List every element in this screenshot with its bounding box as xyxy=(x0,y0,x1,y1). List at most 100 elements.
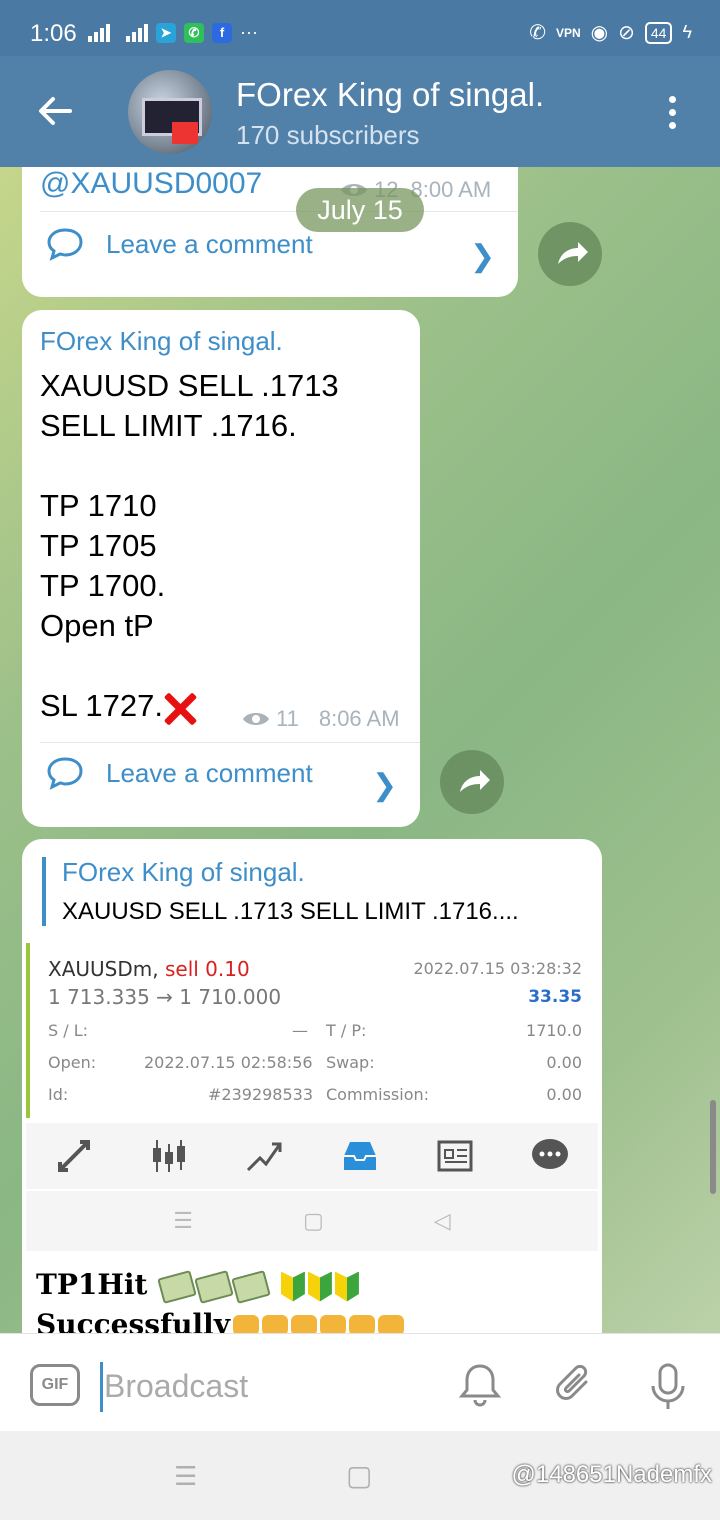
trading-app-toolbar xyxy=(26,1123,598,1189)
text-cursor xyxy=(100,1362,103,1412)
caption-line: Successfully xyxy=(36,1308,230,1333)
leave-comment-button[interactable]: Leave a comment xyxy=(46,227,313,261)
status-right-icons: ✆ VPN ◉ ⊘ 44 ϟ xyxy=(529,20,692,45)
trade-profit: 33.35 xyxy=(528,987,582,1007)
home-icon[interactable]: ▢ xyxy=(346,1459,372,1492)
scrollbar[interactable] xyxy=(710,1100,716,1194)
battery-icon: 44 xyxy=(644,21,673,44)
voice-record-button[interactable] xyxy=(648,1362,688,1417)
reply-sender: FOrex King of singal. xyxy=(62,857,305,887)
chevron-right-icon: ❯ xyxy=(470,240,496,273)
screenshot-image[interactable]: XAUUSDm, sell 0.10 2022.07.15 03:28:32 1… xyxy=(26,943,602,1253)
telegram-icon: ➤ xyxy=(156,22,176,43)
message-time: 8:00 AM xyxy=(410,177,492,202)
line: TP 1710 xyxy=(40,488,157,523)
trade-arrows-icon xyxy=(54,1136,94,1176)
chat-area[interactable]: @XAUUSD0007 12 8:00 AM Leave a comment ❯… xyxy=(0,167,720,1333)
message-bubble[interactable]: FOrex King of singal. XAUUSD SELL .1713 … xyxy=(22,839,602,1333)
commission-value: 0.00 xyxy=(546,1085,582,1104)
bell-icon xyxy=(458,1364,502,1407)
message-input-bar: GIF Broadcast xyxy=(0,1333,720,1432)
charging-icon: ϟ xyxy=(682,22,692,42)
status-bar: 1:06 ➤ ✆ f ··· ✆ VPN ◉ ⊘ 44 ϟ xyxy=(0,0,720,56)
menu-icon: ☰ xyxy=(173,1208,193,1233)
broadcast-input[interactable]: Broadcast xyxy=(104,1368,248,1405)
home-square-icon: ▢ xyxy=(303,1208,324,1233)
silent-icon: ⊘ xyxy=(618,22,635,44)
share-button[interactable] xyxy=(440,750,504,814)
watermark: @148651Nademfx xyxy=(511,1461,712,1488)
notification-bell-button[interactable] xyxy=(458,1362,502,1413)
channel-avatar[interactable] xyxy=(128,70,212,154)
line: XAUUSD SELL .1713 xyxy=(40,368,339,403)
sender-name[interactable]: FOrex King of singal. xyxy=(40,326,283,357)
leave-comment-button[interactable]: Leave a comment xyxy=(46,756,313,790)
view-count: 11 xyxy=(276,706,299,731)
message-bubble[interactable]: FOrex King of singal. XAUUSD SELL .1713 … xyxy=(22,310,420,827)
sl-value: — xyxy=(292,1021,308,1040)
divider xyxy=(40,211,518,212)
candlestick-icon xyxy=(149,1136,189,1176)
status-time: 1:06 xyxy=(30,20,77,47)
views-icon xyxy=(243,713,269,725)
message-text: XAUUSD SELL .1713 SELL LIMIT .1716. TP 1… xyxy=(40,366,339,726)
rock-hand-icon xyxy=(290,1314,317,1333)
money-icon xyxy=(231,1269,271,1304)
back-button[interactable] xyxy=(38,96,72,131)
comment-icon xyxy=(47,228,83,261)
sl-label: S / L: xyxy=(48,1021,89,1040)
whatsapp-icon: ✆ xyxy=(184,22,204,43)
money-icon xyxy=(194,1269,234,1304)
line: SL 1727. xyxy=(40,688,163,723)
trade-symbol: XAUUSDm, sell 0.10 xyxy=(48,957,250,981)
leave-comment-label: Leave a comment xyxy=(106,757,313,788)
swap-value: 0.00 xyxy=(546,1053,582,1072)
reply-quote[interactable]: FOrex King of singal. XAUUSD SELL .1713 … xyxy=(42,857,602,926)
divider xyxy=(40,742,420,743)
channel-title[interactable]: FOrex King of singal. xyxy=(236,76,544,114)
system-nav-bar: ☰ ▢ @148651Nademfx xyxy=(0,1431,720,1520)
open-label: Open: xyxy=(48,1053,97,1072)
chat-bubble-icon xyxy=(530,1136,570,1176)
inbox-icon xyxy=(340,1136,380,1176)
open-value: 2022.07.15 02:58:56 xyxy=(144,1053,313,1072)
id-label: Id: xyxy=(48,1085,69,1104)
cross-mark-icon xyxy=(163,691,197,725)
microphone-icon xyxy=(651,1363,685,1409)
more-notifications-icon: ··· xyxy=(240,22,258,42)
more-options-icon[interactable] xyxy=(669,96,676,129)
message-meta: 11 8:06 AM xyxy=(242,706,400,732)
message-time: 8:06 AM xyxy=(318,706,400,731)
symbol: XAUUSDm, xyxy=(48,957,159,981)
leave-comment-label: Leave a comment xyxy=(106,228,313,259)
trade-datetime: 2022.07.15 03:28:32 xyxy=(413,959,582,978)
beginner-icon xyxy=(280,1271,305,1302)
id-value: #239298533 xyxy=(208,1085,314,1104)
recent-apps-icon[interactable]: ☰ xyxy=(174,1461,197,1492)
trend-chart-icon xyxy=(244,1136,284,1176)
paperclip-icon xyxy=(556,1364,588,1400)
message-bubble[interactable]: @XAUUSD0007 12 8:00 AM Leave a comment ❯ xyxy=(22,167,518,297)
tp-label: T / P: xyxy=(326,1021,367,1040)
share-arrow-icon xyxy=(558,242,588,264)
back-arrow-icon xyxy=(39,97,72,125)
rock-hand-icon xyxy=(232,1314,259,1333)
caption-text: TP1Hit Successfully xyxy=(36,1265,404,1333)
line: TP 1705 xyxy=(40,528,157,563)
commission-label: Commission: xyxy=(326,1085,430,1104)
share-button[interactable] xyxy=(538,222,602,286)
caption-line: TP1Hit xyxy=(36,1268,148,1301)
mention-link[interactable]: @XAUUSD0007 xyxy=(40,167,262,201)
channel-header: FOrex King of singal. 170 subscribers xyxy=(0,56,720,167)
line: Open tP xyxy=(40,608,154,643)
tp-value: 1710.0 xyxy=(526,1021,582,1040)
wifi-call-icon: ✆ xyxy=(529,22,546,44)
trade-side: sell 0.10 xyxy=(164,957,250,981)
gif-button[interactable]: GIF xyxy=(30,1364,80,1406)
back-triangle-icon: ◁ xyxy=(433,1208,451,1233)
rock-hand-icon xyxy=(377,1314,404,1333)
attach-button[interactable] xyxy=(552,1362,598,1413)
reply-text: XAUUSD SELL .1713 SELL LIMIT .1716.... xyxy=(62,898,519,925)
date-pill: July 15 xyxy=(296,188,424,232)
line: TP 1700. xyxy=(40,568,166,603)
